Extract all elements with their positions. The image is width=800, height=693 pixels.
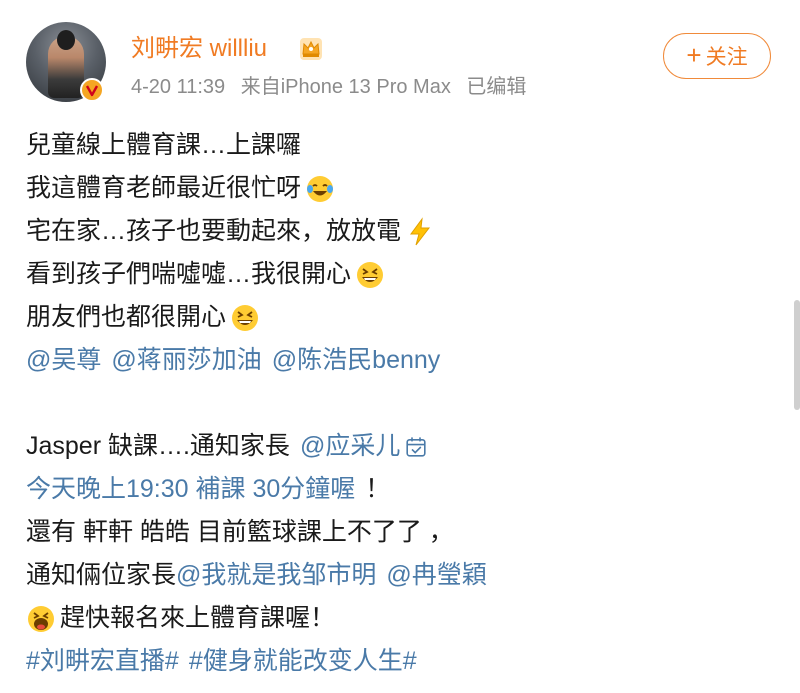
mention-link[interactable]: @我就是我邹市明 — [176, 554, 376, 597]
edited-label[interactable]: 已编辑 — [466, 76, 526, 98]
text-line-1: 兒童線上體育課…上課囉 — [26, 124, 786, 167]
mention-link[interactable]: @陈浩民benny — [272, 339, 441, 382]
post-body: 兒童線上體育課…上課囉 我這體育老師最近很忙呀 宅在家…孩子也要動起來，放放電 … — [26, 124, 786, 683]
scrollbar[interactable] — [794, 300, 800, 410]
mention-link[interactable]: @吴尊 — [26, 339, 101, 382]
laughing-tears-emoji — [307, 175, 334, 202]
verified-badge-icon — [80, 78, 104, 102]
text-line-4: 看到孩子們喘噓噓…我很開心 — [26, 253, 786, 296]
text-line-8: 今天晚上19:30 補課 30分鐘喔 ！ — [26, 468, 786, 511]
crown-icon[interactable] — [297, 35, 325, 63]
post-text: Jasper 缺課….通知家長 — [26, 432, 290, 460]
laughing-open-mouth-emoji — [28, 605, 54, 632]
post-text: 趕快報名來上體育課喔！ — [60, 604, 336, 632]
text-line-11: 趕快報名來上體育課喔！ — [26, 597, 786, 640]
post-text: 宅在家…孩子也要動起來，放放電 — [26, 217, 402, 245]
avatar-head — [57, 30, 75, 50]
post-text: 看到孩子們喘噓噓…我很開心 — [26, 260, 352, 288]
follow-button[interactable]: + 关注 — [663, 33, 771, 79]
grinning-squint-emoji — [357, 261, 384, 288]
follow-label: 关注 — [705, 46, 748, 69]
author-name[interactable]: 刘畊宏 willliu — [131, 34, 267, 64]
post-meta: 4-20 11:39 来自iPhone 13 Pro Max 已编辑 — [131, 74, 536, 100]
text-line-3: 宅在家…孩子也要動起來，放放電 — [26, 210, 786, 253]
calendar-check-icon — [406, 436, 426, 457]
lightning-emoji — [410, 216, 431, 245]
post-text: 我這體育老師最近很忙呀 — [26, 174, 302, 202]
text-line-9: 還有 軒軒 皓皓 目前籃球課上不了了 ， — [26, 511, 786, 554]
post-text: 兒童線上體育課…上課囉 — [26, 131, 302, 159]
post-text: 朋友們也都很開心 — [26, 303, 227, 331]
hashtags-line: #刘畊宏直播# #健身就能改变人生# — [26, 640, 786, 683]
mention-link[interactable]: @冉瑩穎 — [386, 554, 486, 597]
text-line-5: 朋友們也都很開心 — [26, 296, 786, 339]
post-text: 還有 軒軒 皓皓 目前籃球課上不了了 ， — [26, 518, 454, 546]
post-time[interactable]: 4-20 11:39 — [131, 76, 225, 98]
post-source: 来自iPhone 13 Pro Max — [240, 76, 451, 98]
plus-icon: + — [686, 40, 702, 70]
post-text: ！ — [365, 475, 391, 503]
text-line-10: 通知倆位家長 @我就是我邹市明 @冉瑩穎 — [26, 554, 786, 597]
time-link[interactable]: 今天晚上19:30 補課 30分鐘喔 — [26, 468, 355, 511]
text-line-2: 我這體育老師最近很忙呀 — [26, 167, 786, 210]
mention-link[interactable]: @蒋丽莎加油 — [111, 339, 261, 382]
grinning-squint-emoji — [232, 304, 259, 331]
hashtag-link[interactable]: #健身就能改变人生# — [189, 640, 417, 683]
mention-link[interactable]: @应采儿 — [300, 425, 400, 468]
post-text: 通知倆位家長 — [26, 561, 177, 589]
text-line-7: Jasper 缺課….通知家長 @应采儿 — [26, 425, 786, 468]
hashtag-link[interactable]: #刘畊宏直播# — [26, 640, 179, 683]
mentions-line: @吴尊 @蒋丽莎加油 @陈浩民benny — [26, 339, 786, 382]
